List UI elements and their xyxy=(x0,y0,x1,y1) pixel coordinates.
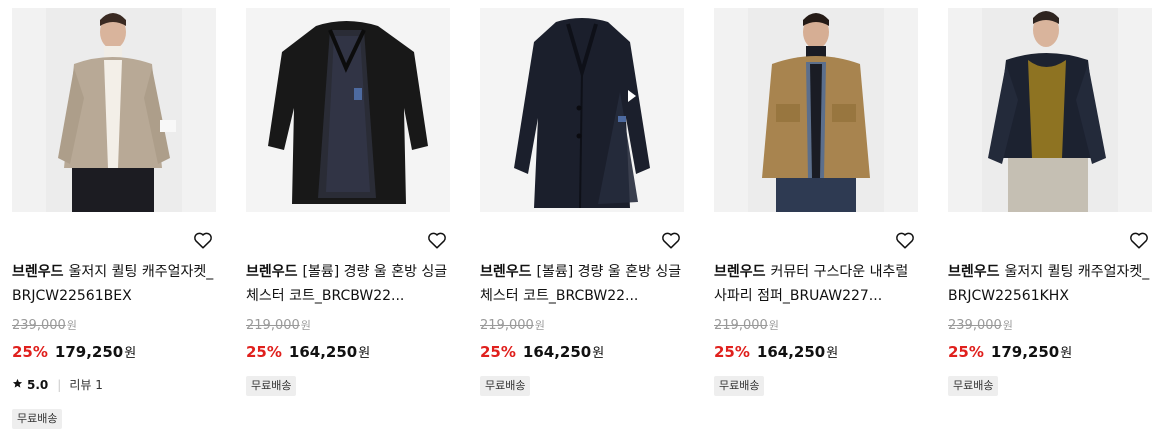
sale-price: 179,250 xyxy=(54,343,124,361)
heart-icon[interactable] xyxy=(894,229,916,251)
original-price: 239,000원 xyxy=(12,317,77,333)
product-title[interactable]: 브렌우드 [볼륨] 경량 울 혼방 싱글 체스터 코트_BRCBW22... xyxy=(246,260,450,308)
product-brand: 브렌우드 xyxy=(480,264,532,280)
rating-score: 5.0 xyxy=(27,377,49,392)
star-icon xyxy=(12,378,23,392)
heart-icon[interactable] xyxy=(192,229,214,251)
sale-price-unit: 원 xyxy=(124,346,137,361)
sale-price-unit: 원 xyxy=(826,346,839,361)
original-price: 239,000원 xyxy=(948,317,1013,333)
product-brand: 브렌우드 xyxy=(714,264,766,280)
original-price-value: 219,000 xyxy=(246,318,300,333)
product-brand: 브렌우드 xyxy=(12,264,64,280)
discount-rate: 25% xyxy=(12,343,48,361)
review-count: 리뷰 1 xyxy=(69,378,103,392)
product-image[interactable] xyxy=(714,8,918,212)
product-title[interactable]: 브렌우드 [볼륨] 경량 울 혼방 싱글 체스터 코트_BRCBW22... xyxy=(480,260,684,308)
sale-price-line: 25% 164,250원 xyxy=(480,342,604,361)
free-shipping-badge: 무료배송 xyxy=(714,376,765,396)
product-image[interactable] xyxy=(246,8,450,212)
product-grid: 브렌우드 울저지 퀼팅 캐주얼자켓_BRJCW22561BEX 239,000원 … xyxy=(0,0,1168,444)
original-price-unit: 원 xyxy=(534,319,545,332)
black-coat-open-photo xyxy=(246,8,450,212)
discount-rate: 25% xyxy=(714,343,750,361)
product-image[interactable] xyxy=(12,8,216,212)
sale-price-unit: 원 xyxy=(1060,346,1073,361)
free-shipping-badge: 무료배송 xyxy=(480,376,531,396)
product-title[interactable]: 브렌우드 울저지 퀼팅 캐주얼자켓_BRJCW22561BEX xyxy=(12,260,216,308)
product-image[interactable] xyxy=(948,8,1152,212)
sale-price-line: 25% 179,250원 xyxy=(948,342,1072,361)
original-price-unit: 원 xyxy=(300,319,311,332)
free-shipping-badge: 무료배송 xyxy=(948,376,999,396)
navy-coat-photo xyxy=(480,8,684,212)
product-title[interactable]: 브렌우드 울저지 퀼팅 캐주얼자켓_BRJCW22561KHX xyxy=(948,260,1152,308)
original-price-value: 219,000 xyxy=(480,318,534,333)
original-price-value: 239,000 xyxy=(12,318,66,333)
original-price: 219,000원 xyxy=(714,317,779,333)
original-price: 219,000원 xyxy=(480,317,545,333)
discount-rate: 25% xyxy=(948,343,984,361)
beige-jacket-model-photo xyxy=(12,8,216,212)
sale-price-line: 25% 179,250원 xyxy=(12,342,136,361)
original-price: 219,000원 xyxy=(246,317,311,333)
sale-price-line: 25% 164,250원 xyxy=(246,342,370,361)
heart-icon[interactable] xyxy=(426,229,448,251)
discount-rate: 25% xyxy=(480,343,516,361)
sale-price: 164,250 xyxy=(756,343,826,361)
heart-icon[interactable] xyxy=(1128,229,1150,251)
product-title[interactable]: 브렌우드 커뮤터 구스다운 내추럴 사파리 점퍼_BRUAW227... xyxy=(714,260,918,308)
navy-quilted-jacket-model-photo xyxy=(948,8,1152,212)
free-shipping-badge: 무료배송 xyxy=(12,409,63,429)
heart-icon[interactable] xyxy=(660,229,682,251)
discount-rate: 25% xyxy=(246,343,282,361)
sale-price: 179,250 xyxy=(990,343,1060,361)
sale-price: 164,250 xyxy=(288,343,358,361)
original-price-unit: 원 xyxy=(1002,319,1013,332)
divider: | xyxy=(57,377,62,392)
product-brand: 브렌우드 xyxy=(246,264,298,280)
sale-price: 164,250 xyxy=(522,343,592,361)
rating-row: 5.0 | 리뷰 1 xyxy=(12,376,103,393)
free-shipping-badge: 무료배송 xyxy=(246,376,297,396)
sale-price-unit: 원 xyxy=(592,346,605,361)
sale-price-line: 25% 164,250원 xyxy=(714,342,838,361)
original-price-value: 239,000 xyxy=(948,318,1002,333)
sale-price-unit: 원 xyxy=(358,346,371,361)
camel-safari-jumper-model-photo xyxy=(714,8,918,212)
original-price-unit: 원 xyxy=(768,319,779,332)
product-brand: 브렌우드 xyxy=(948,264,1000,280)
original-price-unit: 원 xyxy=(66,319,77,332)
original-price-value: 219,000 xyxy=(714,318,768,333)
product-image[interactable] xyxy=(480,8,684,212)
